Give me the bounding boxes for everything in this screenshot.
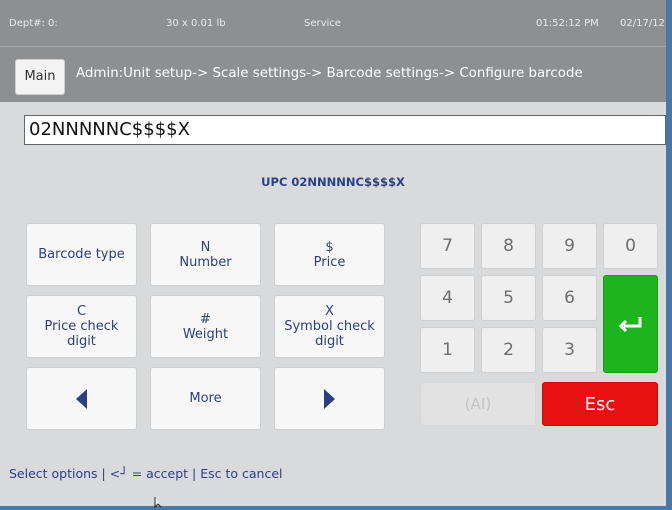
department-status: Dept#: 0: bbox=[9, 18, 58, 29]
price-check-label: Price check bbox=[44, 319, 119, 334]
number-code: N bbox=[200, 239, 211, 255]
cursor-left-button[interactable] bbox=[26, 367, 137, 430]
symbol-check-code: X bbox=[325, 304, 334, 319]
symbol-check-label-digit: digit bbox=[315, 334, 344, 349]
breadcrumb: Admin:Unit setup-> Scale settings-> Barc… bbox=[76, 66, 583, 81]
cursor-right-button[interactable] bbox=[274, 367, 385, 430]
barcode-type-label: Barcode type bbox=[38, 247, 125, 262]
key-6[interactable]: 6 bbox=[542, 275, 597, 321]
price-label: Price bbox=[313, 254, 346, 270]
ai-button: (AI) bbox=[420, 382, 536, 426]
more-label: More bbox=[189, 391, 222, 406]
left-arrow-icon bbox=[76, 388, 87, 409]
price-check-code: C bbox=[76, 304, 87, 319]
number-label: Number bbox=[179, 254, 232, 270]
price-code: $ bbox=[325, 239, 334, 255]
enter-button[interactable] bbox=[603, 275, 658, 373]
weight-status: 30 x 0.01 lb bbox=[166, 18, 226, 29]
key-5[interactable]: 5 bbox=[481, 275, 536, 321]
status-bar: Dept#: 0: 30 x 0.01 lb Service 01:52:12 … bbox=[0, 0, 666, 46]
clock-time: 01:52:12 PM bbox=[536, 18, 599, 29]
barcode-type-button[interactable]: Barcode type bbox=[26, 223, 137, 286]
weight-code: # bbox=[200, 311, 211, 327]
price-check-digit-button[interactable]: C Price check digit bbox=[26, 295, 137, 358]
clock-date: 02/17/12 bbox=[620, 18, 665, 29]
mode-status: Service bbox=[304, 18, 341, 29]
symbol-check-label: Symbol check bbox=[284, 319, 375, 334]
key-3[interactable]: 3 bbox=[542, 327, 597, 373]
price-button[interactable]: $ Price bbox=[274, 223, 385, 286]
key-4[interactable]: 4 bbox=[420, 275, 475, 321]
key-7[interactable]: 7 bbox=[420, 223, 475, 269]
weight-button[interactable]: # Weight bbox=[150, 295, 261, 358]
more-button[interactable]: More bbox=[150, 367, 261, 430]
symbol-check-digit-button[interactable]: X Symbol check digit bbox=[274, 295, 385, 358]
main-button[interactable]: Main bbox=[15, 59, 65, 95]
key-1[interactable]: 1 bbox=[420, 327, 475, 373]
key-9[interactable]: 9 bbox=[542, 223, 597, 269]
key-0[interactable]: 0 bbox=[603, 223, 658, 269]
number-button[interactable]: N Number bbox=[150, 223, 261, 286]
key-2[interactable]: 2 bbox=[481, 327, 536, 373]
scale-window: Dept#: 0: 30 x 0.01 lb Service 01:52:12 … bbox=[0, 0, 672, 510]
title-bar: Main Admin:Unit setup-> Scale settings->… bbox=[0, 46, 666, 102]
enter-icon bbox=[618, 317, 641, 333]
right-arrow-icon bbox=[324, 388, 335, 409]
price-check-label-digit: digit bbox=[67, 334, 96, 349]
key-8[interactable]: 8 bbox=[481, 223, 536, 269]
mouse-pointer-icon bbox=[154, 497, 162, 508]
instructions-text: Select options | <┘ = accept | Esc to ca… bbox=[9, 466, 283, 481]
barcode-preview: UPC 02NNNNNC$$$$X bbox=[261, 175, 405, 189]
barcode-format-input[interactable]: 02NNNNNC$$$$X bbox=[24, 115, 666, 145]
weight-label: Weight bbox=[182, 326, 229, 342]
esc-button[interactable]: Esc bbox=[542, 382, 658, 426]
